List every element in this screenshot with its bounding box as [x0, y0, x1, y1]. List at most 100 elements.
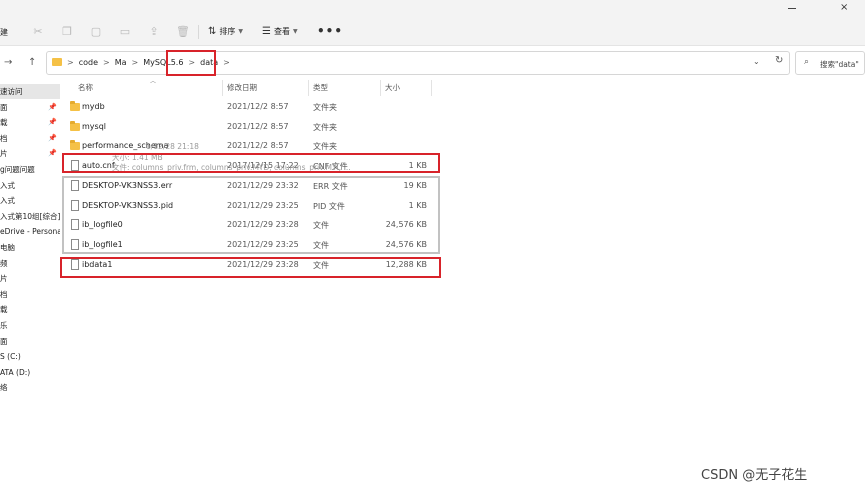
- address-bar[interactable]: > code > Ma > MySQL5.6 > data > ⌄ ↻: [46, 51, 790, 75]
- file-size: 24,576 KB: [385, 240, 427, 249]
- share-icon[interactable]: ⇪: [146, 24, 162, 40]
- pin-icon: 📌: [48, 133, 57, 142]
- sidebar-item[interactable]: 载 📌: [0, 115, 60, 130]
- cut-icon[interactable]: ✂: [30, 24, 46, 40]
- watermark: CSDN @无子花生: [701, 468, 808, 483]
- sidebar-item[interactable]: 乐: [0, 318, 60, 333]
- sidebar-item[interactable]: 档 📌: [0, 131, 60, 146]
- sidebar-item[interactable]: 频: [0, 256, 60, 271]
- paste-icon[interactable]: ▢: [88, 24, 104, 40]
- sidebar-item-label: g问题问题: [0, 165, 35, 174]
- table-row[interactable]: ib_logfile0 2021/12/29 23:28 文件 24,576 KB: [62, 215, 432, 235]
- sidebar-item-label: ATA (D:): [0, 367, 31, 377]
- file-date: 2021/12/29 23:28: [227, 260, 299, 269]
- table-row[interactable]: mydb 2021/12/2 8:57 文件夹: [62, 97, 432, 117]
- table-row[interactable]: DESKTOP-VK3NSS3.pid 2021/12/29 23:25 PID 文…: [62, 196, 432, 216]
- sidebar-item[interactable]: 片 📌: [0, 146, 60, 161]
- sidebar-item[interactable]: S (C:): [0, 349, 60, 364]
- search-icon: ⌕: [804, 57, 810, 67]
- file-type: 文件夹: [313, 123, 337, 132]
- sidebar-item-label: 入式: [0, 196, 15, 206]
- sidebar-item[interactable]: 片: [0, 271, 60, 286]
- file-size: 1 KB: [408, 201, 427, 210]
- file-name: ib_logfile1: [82, 240, 123, 249]
- file-date: 2021/12/29 23:25: [227, 240, 299, 249]
- column-divider[interactable]: [431, 80, 432, 96]
- column-header-size[interactable]: 大小: [385, 82, 400, 93]
- file-icon: [71, 259, 79, 270]
- sidebar-item[interactable]: 入式: [0, 178, 60, 193]
- file-name: ib_logfile0: [82, 220, 123, 229]
- new-button[interactable]: 建: [0, 27, 8, 38]
- table-row[interactable]: ibdata1 2021/12/29 23:28 文件 12,288 KB: [62, 255, 432, 275]
- pin-icon: 📌: [48, 118, 57, 127]
- sidebar-item-label: 载: [0, 118, 8, 128]
- sidebar-item[interactable]: 电脑: [0, 240, 60, 255]
- sidebar-item-label: 频: [0, 258, 8, 268]
- sidebar-item[interactable]: 入式: [0, 193, 60, 208]
- file-size: 24,576 KB: [385, 220, 427, 229]
- column-header-type[interactable]: 类型: [313, 82, 328, 93]
- sort-menu[interactable]: ⇅ 排序 ▼: [208, 26, 243, 37]
- sort-label: 排序: [219, 27, 236, 36]
- sidebar-item[interactable]: 速访问: [0, 84, 60, 99]
- command-bar: 建 ✂ ❐ ▢ ▭ ⇪ 🗑 ⇅ 排序 ▼ ☰ 查看 ▼ •••: [0, 18, 865, 46]
- file-date: 2021/12/2 8:57: [227, 122, 289, 131]
- minimize-button[interactable]: [788, 8, 796, 9]
- up-arrow-icon[interactable]: ↑: [28, 57, 36, 68]
- sidebar-item[interactable]: 载: [0, 302, 60, 317]
- folder-icon: [52, 58, 62, 66]
- column-divider[interactable]: [222, 80, 223, 96]
- close-button[interactable]: ×: [840, 3, 848, 13]
- copy-icon[interactable]: ❐: [59, 24, 75, 40]
- table-row[interactable]: DESKTOP-VK3NSS3.err 2021/12/29 23:32 ERR 文…: [62, 176, 432, 196]
- sort-icon: ⇅: [208, 26, 217, 37]
- table-row[interactable]: ib_logfile1 2021/12/29 23:25 文件 24,576 KB: [62, 235, 432, 255]
- file-name: mysql: [82, 122, 106, 131]
- sidebar-item-label: 档: [0, 289, 8, 299]
- more-options-button[interactable]: •••: [317, 24, 343, 38]
- sidebar-item[interactable]: g问题问题: [0, 162, 60, 177]
- file-name: DESKTOP-VK3NSS3.pid: [82, 201, 174, 210]
- table-row[interactable]: mysql 2021/12/2 8:57 文件夹: [62, 117, 432, 137]
- sidebar-item-label: 入式第10组[综合]: [0, 211, 60, 221]
- breadcrumb-data[interactable]: data: [200, 58, 218, 67]
- file-type: PID 文件: [313, 202, 345, 211]
- view-icon: ☰: [262, 26, 271, 37]
- column-header-date[interactable]: 修改日期: [227, 82, 257, 93]
- sidebar-item-label: 载: [0, 305, 8, 315]
- file-type: ERR 文件: [313, 182, 348, 191]
- sidebar-item-label: eDrive - Persona: [0, 227, 60, 237]
- sidebar-item[interactable]: eDrive - Persona: [0, 224, 60, 239]
- rename-icon[interactable]: ▭: [117, 24, 133, 40]
- file-type: 文件夹: [313, 103, 337, 112]
- file-icon: [71, 219, 79, 230]
- column-divider[interactable]: [308, 80, 309, 96]
- sidebar-item[interactable]: 档: [0, 287, 60, 302]
- file-date: 2021/12/29 23:28: [227, 220, 299, 229]
- forward-arrow-icon[interactable]: →: [4, 57, 12, 68]
- sidebar-item[interactable]: 络: [0, 380, 60, 395]
- file-type: 文件: [313, 261, 329, 270]
- file-size: 19 KB: [403, 181, 427, 190]
- sidebar-item[interactable]: 面 📌: [0, 100, 60, 115]
- pin-icon: 📌: [48, 149, 57, 158]
- view-menu[interactable]: ☰ 查看 ▼: [262, 26, 298, 37]
- file-icon: [71, 239, 79, 250]
- breadcrumb-code[interactable]: code: [79, 58, 98, 67]
- sort-caret-icon: ︿: [150, 78, 157, 85]
- sidebar-item[interactable]: 入式第10组[综合]: [0, 209, 60, 224]
- sidebar-item-label: 片: [0, 274, 8, 284]
- sidebar-item[interactable]: ATA (D:): [0, 365, 60, 380]
- refresh-icon[interactable]: ↻: [775, 55, 783, 66]
- breadcrumb-ma[interactable]: Ma: [115, 58, 127, 67]
- search-input[interactable]: ⌕ 搜索"data": [795, 51, 865, 75]
- delete-icon[interactable]: 🗑: [175, 24, 191, 40]
- breadcrumb-mysql[interactable]: MySQL5.6: [143, 58, 183, 67]
- sidebar-item[interactable]: 面: [0, 334, 60, 349]
- column-divider[interactable]: [380, 80, 381, 96]
- file-size: 12,288 KB: [385, 260, 427, 269]
- address-dropdown-icon[interactable]: ⌄: [753, 57, 760, 66]
- file-name: mydb: [82, 102, 105, 111]
- column-header-name[interactable]: 名称: [78, 82, 93, 93]
